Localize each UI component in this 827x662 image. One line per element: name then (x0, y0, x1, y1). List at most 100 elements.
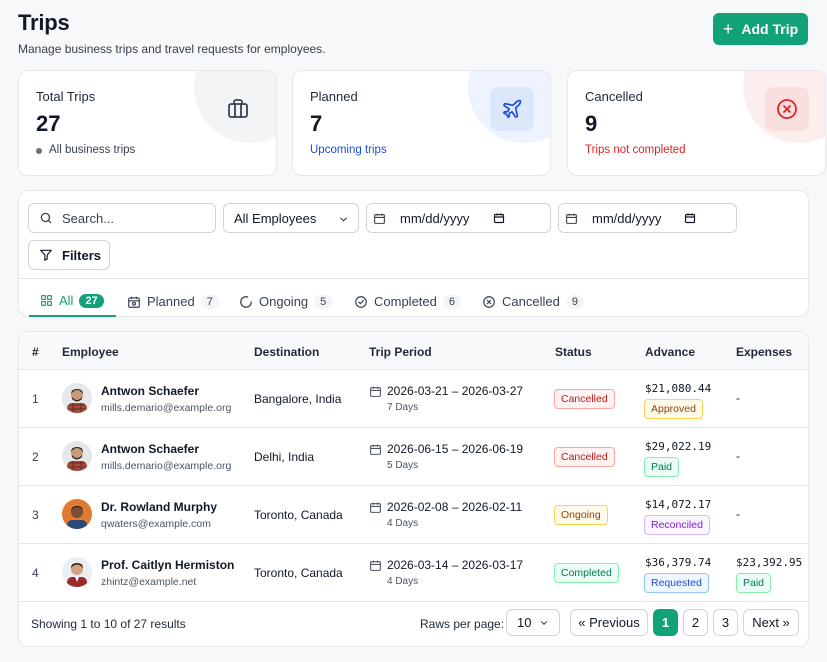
page-button-2[interactable]: 2 (683, 609, 708, 636)
page-button-1[interactable]: 1 (653, 609, 678, 636)
tab-ongoing[interactable]: Ongoing 5 (239, 286, 333, 317)
advance-amount: $14,072.17 (645, 498, 712, 511)
column-header: Advance (645, 345, 696, 359)
employee-select-value: All Employees (234, 210, 317, 226)
stat-card-total: Total Trips 27 All business trips (18, 70, 277, 176)
stat-note: Upcoming trips (310, 144, 387, 156)
table-row[interactable]: 3 Dr. Rowland Murphy qwaters@example.com… (19, 486, 808, 544)
avatar (62, 383, 92, 413)
destination: Toronto, Canada (254, 508, 343, 522)
row-number: 2 (32, 450, 39, 464)
trip-days: 4 Days (387, 576, 419, 587)
stat-label: Total Trips (36, 89, 96, 104)
table-row[interactable]: 4 Prof. Caitlyn Hermiston zhintz@example… (19, 544, 808, 602)
destination: Bangalore, India (254, 392, 342, 406)
tab-all[interactable]: All 27 (29, 286, 116, 317)
column-header: Employee (62, 345, 119, 359)
tab-count: 7 (200, 294, 219, 309)
trip-days: 7 Days (387, 402, 419, 413)
column-header: Status (555, 345, 592, 359)
stat-note: Trips not completed (585, 144, 686, 156)
calendar-icon (370, 560, 381, 571)
date-from-placeholder: mm/dd/yyyy (400, 210, 470, 226)
expenses-value: - (736, 449, 740, 463)
table-row[interactable]: 2 Antwon Schaefer mills.demario@example.… (19, 428, 808, 486)
add-trip-button[interactable]: + Add Trip (713, 13, 808, 45)
avatar (62, 499, 92, 529)
column-header: # (32, 345, 39, 359)
stat-value: 9 (585, 111, 598, 136)
previous-page-button[interactable]: « Previous (570, 609, 648, 636)
tab-count: 27 (79, 293, 104, 308)
table-footer: Showing 1 to 10 of 27 results Raws per p… (19, 600, 808, 646)
trip-period: 2026-03-21 – 2026-03-27 (387, 384, 524, 398)
rows-per-page-value: 10 (517, 615, 532, 630)
table-row[interactable]: 1 Antwon Schaefer mills.demario@example.… (19, 370, 808, 428)
stat-card-planned: Planned 7 Upcoming trips (292, 70, 551, 176)
search-input[interactable]: Search... (28, 203, 216, 233)
grid-icon (41, 295, 52, 306)
page-subtitle: Manage business trips and travel request… (18, 42, 326, 56)
employee-email: zhintz@example.net (101, 576, 197, 588)
chevron-down-icon (540, 621, 548, 625)
calendar-icon (374, 213, 385, 224)
tab-label: All (59, 293, 74, 308)
expenses-amount: $23,392.95 (736, 556, 803, 569)
expenses-status-badge: Paid (736, 573, 772, 593)
search-placeholder: Search... (62, 210, 115, 226)
advance-amount: $36,379.74 (645, 556, 712, 569)
filters-button[interactable]: Filters (28, 240, 110, 270)
calendar-clock-icon (128, 296, 140, 308)
next-page-button[interactable]: Next » (743, 609, 799, 636)
loader-icon (240, 295, 252, 308)
filter-panel: Search... All Employees mm/dd/yyyy mm/dd… (18, 190, 809, 317)
table-header: # Employee Destination Trip Period Statu… (19, 332, 808, 370)
employee-name: Dr. Rowland Murphy (101, 500, 218, 514)
stat-note: All business trips (36, 144, 135, 156)
filters-label: Filters (62, 247, 102, 263)
date-to-input[interactable]: mm/dd/yyyy (558, 203, 737, 233)
x-circle-icon (765, 87, 809, 131)
stat-note-text: All business trips (49, 144, 136, 156)
employee-name: Antwon Schaefer (101, 384, 200, 398)
dot-icon (36, 148, 42, 154)
funnel-icon (40, 249, 52, 261)
employee-email: qwaters@example.com (101, 518, 211, 530)
employee-select[interactable]: All Employees (223, 203, 359, 233)
advance-status-badge: Requested (644, 573, 709, 593)
rows-per-page-select[interactable]: 10 (506, 609, 560, 636)
advance-amount: $21,080.44 (645, 382, 712, 395)
row-number: 1 (32, 392, 39, 406)
advance-status-badge: Approved (644, 399, 703, 419)
results-summary: Showing 1 to 10 of 27 results (31, 617, 186, 631)
column-header: Destination (254, 345, 320, 359)
status-badge: Ongoing (554, 505, 608, 525)
search-icon (40, 212, 52, 224)
tab-label: Ongoing (259, 294, 309, 309)
tab-completed[interactable]: Completed 6 (354, 286, 461, 317)
avatar (62, 557, 92, 587)
briefcase-icon (216, 87, 260, 131)
stat-label: Cancelled (585, 89, 643, 104)
calendar-picker-icon[interactable] (493, 212, 505, 224)
tab-planned[interactable]: Planned 7 (127, 286, 219, 317)
stat-card-cancelled: Cancelled 9 Trips not completed (567, 70, 826, 176)
status-badge: Cancelled (554, 389, 615, 409)
chevron-down-icon (340, 217, 347, 222)
trip-days: 4 Days (387, 518, 419, 529)
tab-count: 5 (314, 294, 333, 309)
advance-amount: $29,022.19 (645, 440, 712, 453)
trip-period: 2026-03-14 – 2026-03-17 (387, 558, 524, 572)
date-from-input[interactable]: mm/dd/yyyy (366, 203, 551, 233)
calendar-picker-icon[interactable] (684, 212, 696, 224)
row-number: 4 (32, 566, 39, 580)
airplane-icon (490, 87, 534, 131)
tab-label: Completed (374, 294, 437, 309)
date-to-placeholder: mm/dd/yyyy (592, 210, 662, 226)
tab-cancelled[interactable]: Cancelled 9 (482, 286, 584, 317)
advance-status-badge: Paid (644, 457, 680, 477)
employee-name: Antwon Schaefer (101, 442, 200, 456)
page-button-3[interactable]: 3 (713, 609, 738, 636)
employee-email: mills.demario@example.org (101, 402, 232, 414)
avatar (62, 441, 92, 471)
